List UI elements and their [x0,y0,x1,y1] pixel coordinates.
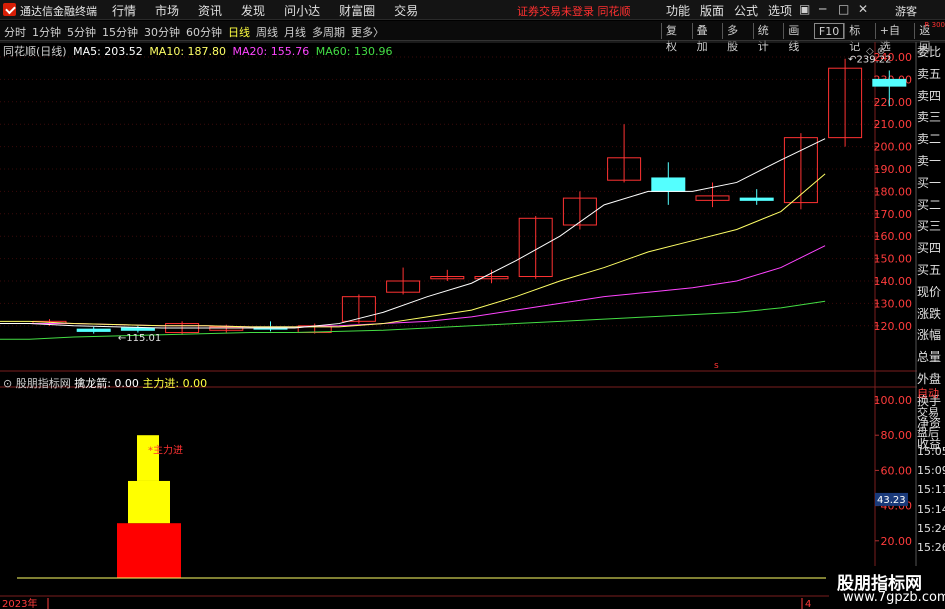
indicator-settings-icon[interactable]: ⊙ [3,377,12,390]
low-price-label: ←115.01 [118,333,161,344]
trade-field-label: 15:11 [917,483,945,497]
price-tick-label: 160.00 [874,230,913,243]
indicator-annotation: *主力进 [148,443,183,456]
dragon-arrow-top [137,435,159,481]
quote-field-label: 总量 [917,350,942,365]
price-tick-label: 190.00 [874,163,913,176]
ma5-label: MA5: 203.52 [73,45,143,58]
quote-field-label: 卖二 [917,132,942,147]
price-tick-label: 150.00 [874,253,913,266]
dragon-arrow-bar [128,480,170,524]
trade-field-label: 自动 [917,387,939,400]
month-label: 4 [805,599,811,609]
kline-chart[interactable]: 240.00230.00220.00210.00200.00190.00180.… [0,0,945,609]
price-tick-label: 140.00 [874,275,913,288]
quote-field-label: 卖三 [917,110,942,125]
quote-field-label: 涨幅 [917,328,942,343]
candle-body [120,327,155,331]
trade-field-label: 15:05 [917,444,945,458]
indicator-tick-label: 20.00 [881,535,913,548]
indicator-tick-label: 100.00 [874,394,913,407]
quote-field-label: 卖四 [917,88,942,103]
indicator-param-1: 擒龙箭: 0.00 [74,377,139,390]
chart-header: 同花顺(日线) MA5: 203.52 MA10: 187.80 MA20: 1… [3,43,395,59]
price-tick-label: 120.00 [874,320,913,333]
ma20-line [0,245,826,328]
trade-field-label: 15:26 [917,541,945,555]
quote-field-label: 涨跌 [917,306,942,321]
quote-field-label: 买二 [917,197,942,212]
trade-field-label: 盘后 [917,425,939,439]
trade-field-label: 15:24 [917,522,945,536]
quote-field-label: 委比 [917,45,942,59]
watermark: 股朋指标网 www.7gpzb.com [829,566,945,609]
price-tick-label: 130.00 [874,297,913,310]
watermark-url: www.7gpzb.com [843,590,945,605]
quote-field-label: 买五 [917,262,942,277]
trade-panel: 自动交易盘后 15:05 15:09 15:11 15:14 15:24 15:26 [917,384,945,558]
indicator-header: ⊙ 股朋指标网 擒龙箭: 0.00 主力进: 0.00 [3,375,207,391]
ma20-label: MA20: 155.76 [232,45,310,58]
ma5-line [0,138,826,329]
quote-field-label: 买一 [917,175,942,190]
quote-field-label: 卖一 [917,153,942,168]
quote-field-label: 现价 [917,284,942,299]
price-tick-label: 180.00 [874,185,913,198]
chart-option-icon: ◇ ⊗ [866,46,885,57]
price-tick-label: 210.00 [874,118,913,131]
indicator-name: 股朋指标网 [15,377,71,390]
quote-field-label: 买四 [917,241,942,256]
ma60-label: MA60: 130.96 [315,45,393,58]
indicator-param-2: 主力进: 0.00 [142,377,208,390]
indicator-tick-label: 80.00 [881,429,913,442]
main-force-bar [117,523,181,578]
year-label: 2023年 [2,597,37,609]
trade-field-label: 交易 [917,406,939,420]
indicator-tick-label: 60.00 [881,464,913,477]
trade-field-label: 15:14 [917,502,945,516]
price-tick-label: 220.00 [874,96,913,109]
ma10-label: MA10: 187.80 [149,45,227,58]
quote-field-label: 卖五 [917,66,942,81]
candle-body [76,328,111,332]
candle-body [872,78,907,87]
current-value-label: 43.23 [877,495,906,506]
quote-field-label: 买三 [917,219,942,234]
price-tick-label: 170.00 [874,208,913,221]
trade-field-label: 15:09 [917,464,945,478]
candle-body [739,197,774,201]
price-tick-label: 200.00 [874,141,913,154]
stock-name: 同花顺(日线) [3,45,67,58]
ma10-line [0,173,826,328]
candle-body [651,177,686,192]
event-marker: s [714,361,719,371]
